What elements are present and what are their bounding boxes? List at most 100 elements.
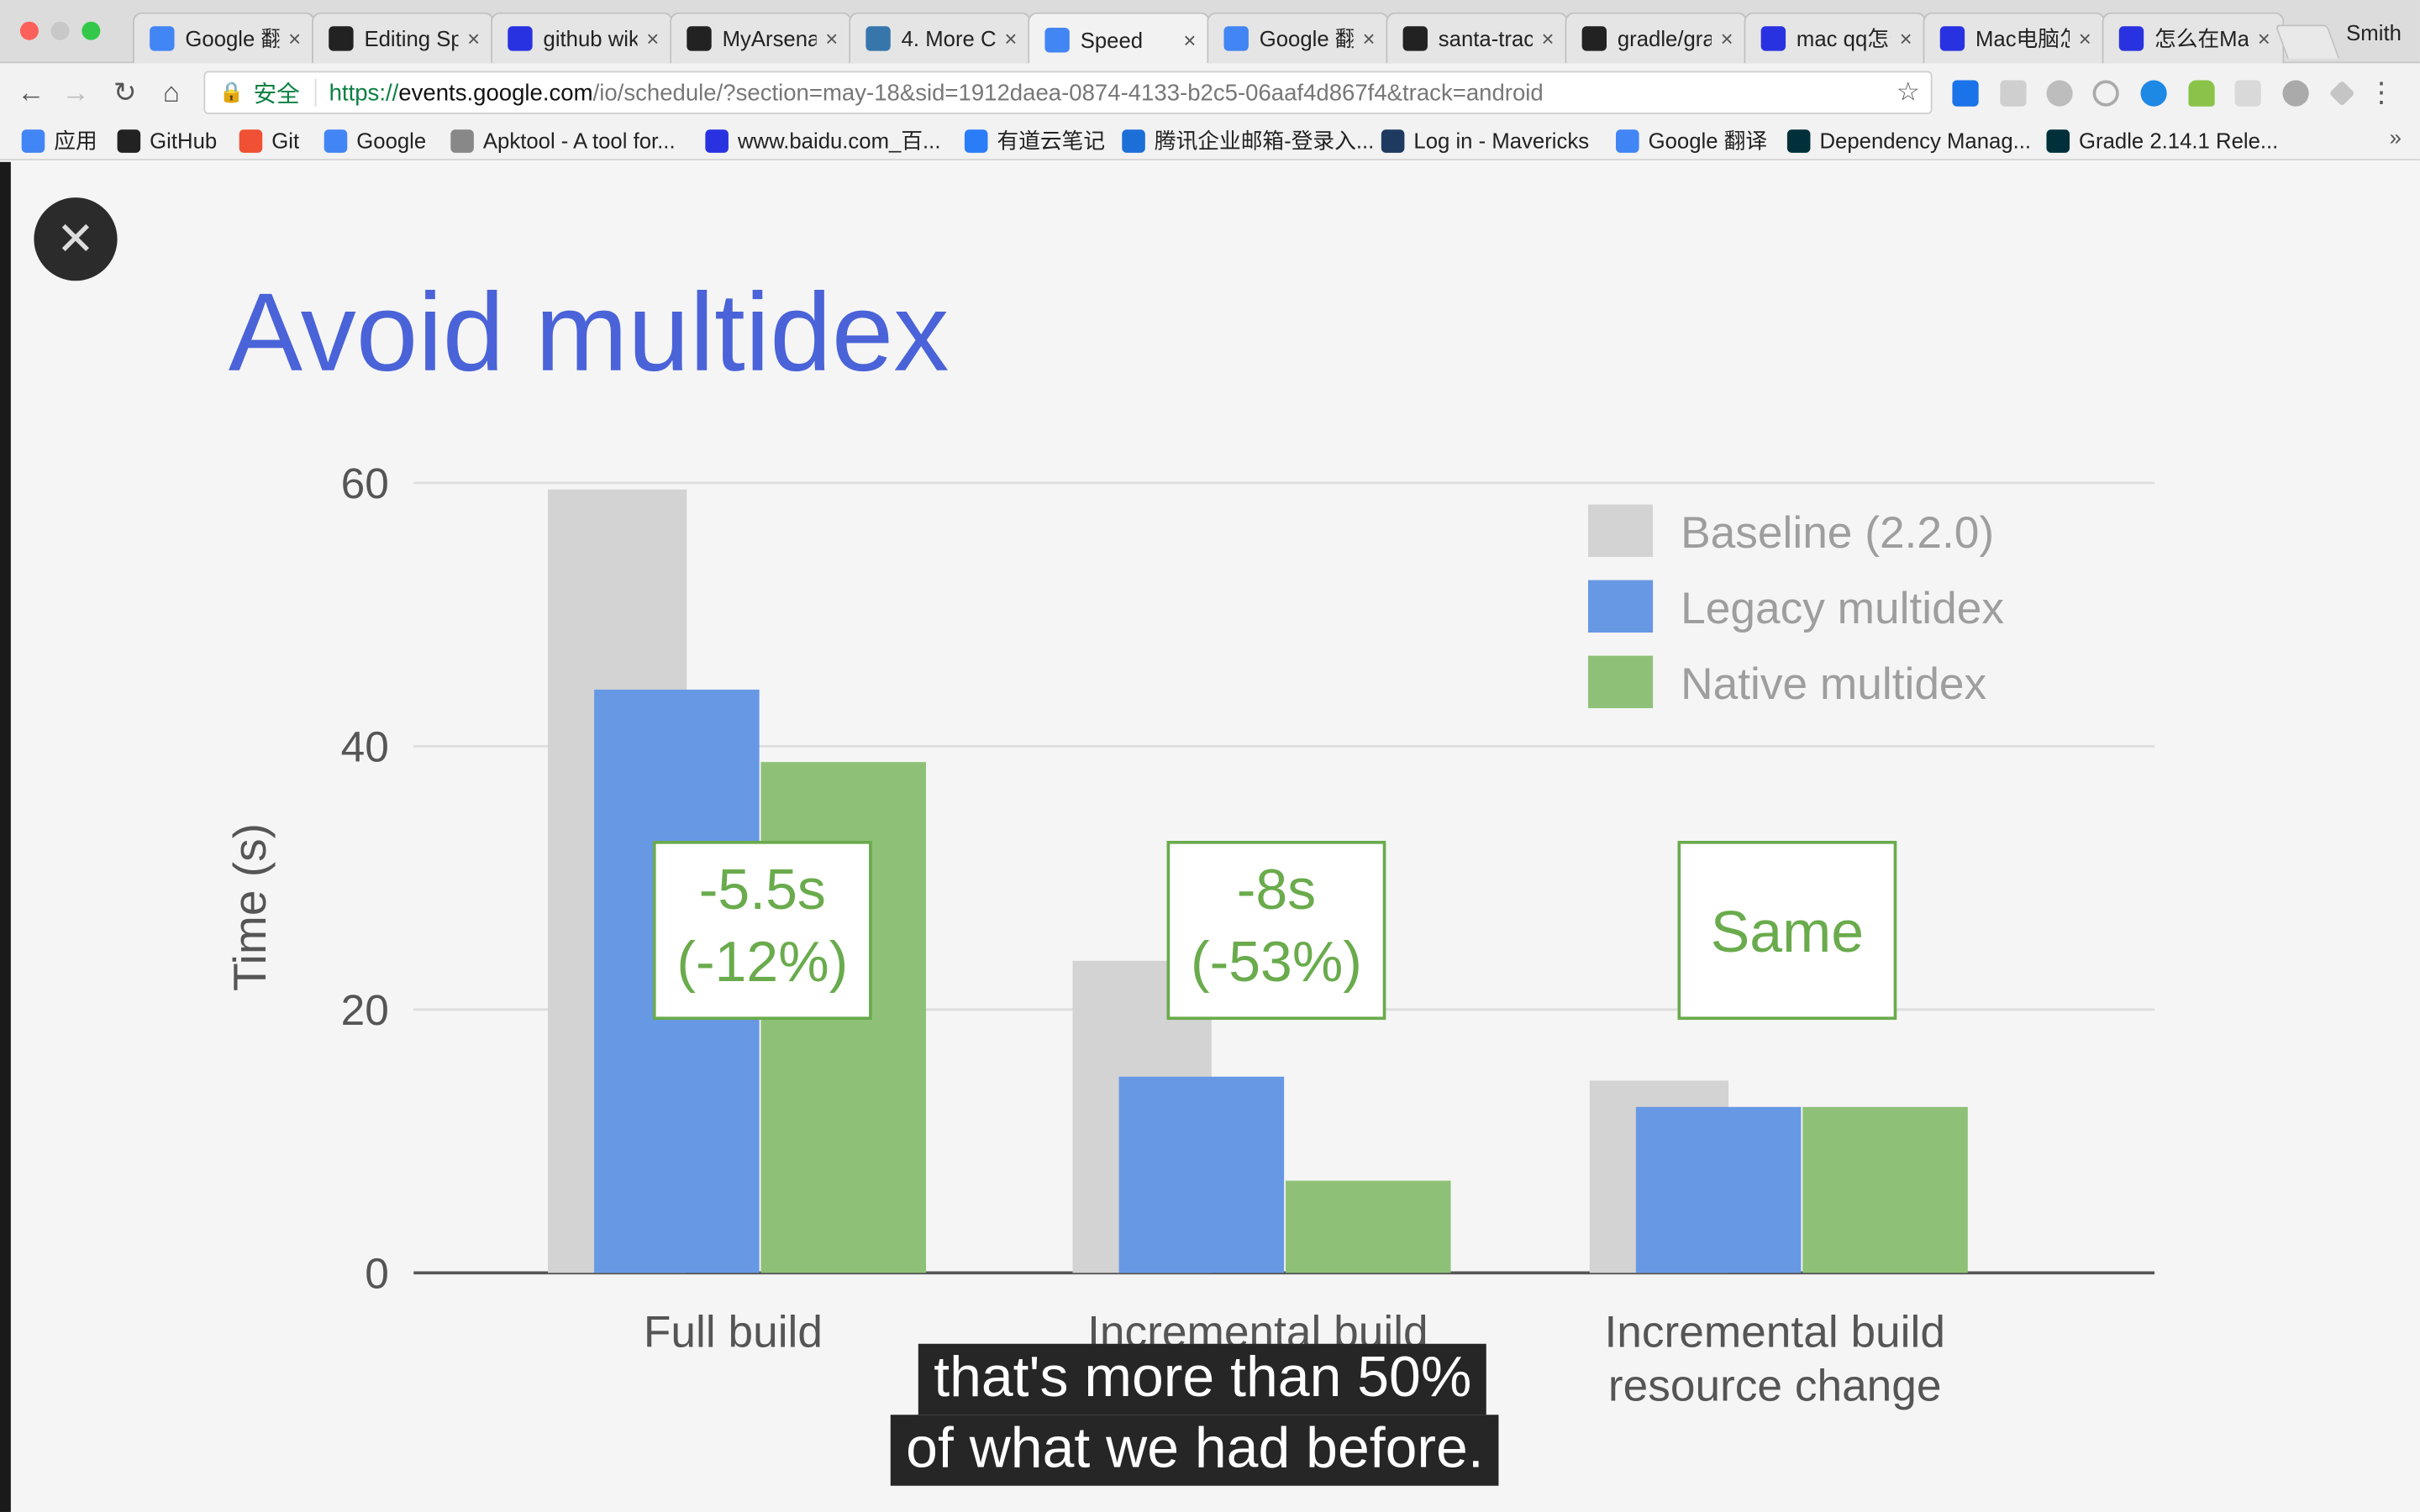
tab-7[interactable]: santa-tracker × <box>1386 12 1569 64</box>
legend-swatch <box>1587 580 1654 633</box>
bookmark-item[interactable]: Dependency Manag... <box>1786 125 2031 156</box>
window-maximize-button[interactable] <box>82 21 101 40</box>
bookmarks-overflow-icon[interactable]: » <box>2390 125 2402 150</box>
tab-10[interactable]: Mac电脑怎么 × <box>1923 12 2106 64</box>
bookmark-item[interactable]: 应用 <box>21 125 97 156</box>
tab-label: Google 翻译 <box>185 26 279 51</box>
extension-icon[interactable] <box>2140 80 2167 107</box>
bookmark-item[interactable]: GitHub <box>117 125 217 156</box>
home-icon[interactable]: ⌂ <box>155 76 188 109</box>
bookmark-label: Git <box>271 128 300 153</box>
google-translate-icon <box>1616 129 1639 152</box>
reload-icon[interactable]: ↻ <box>108 76 142 109</box>
bookmark-item[interactable]: Google 翻译 <box>1616 125 1767 156</box>
baidu-paw-icon <box>1939 26 1965 51</box>
y-tick-label: 60 <box>341 459 389 507</box>
y-tick-label: 20 <box>341 985 389 1034</box>
extension-icon[interactable] <box>2046 80 2073 107</box>
close-icon[interactable]: ✕ <box>34 197 118 281</box>
google-translate-icon <box>150 26 175 51</box>
tab-2[interactable]: github wiki × <box>491 12 673 64</box>
bookmark-item[interactable]: 腾讯企业邮箱-登录入... <box>1122 125 1374 156</box>
tab-11[interactable]: 怎么在Mac × <box>2102 12 2285 64</box>
github-icon <box>329 26 354 51</box>
address-bar[interactable]: 🔒 安全 https:// events.google.com /io/sche… <box>203 71 1933 114</box>
new-tab-button[interactable] <box>2275 24 2340 59</box>
url-host: events.google.com <box>398 79 593 106</box>
annotation-text: -8s <box>1237 858 1316 921</box>
x-category-label: resource change <box>1608 1362 1942 1411</box>
baidu-paw-icon <box>705 129 729 152</box>
browser-toolbar: ← → ↻ ⌂ 🔒 安全 https:// events.google.com … <box>0 63 2420 121</box>
url-scheme: https:// <box>329 79 399 106</box>
tab-9[interactable]: mac qq怎么 × <box>1744 12 1927 64</box>
search-extension-icon[interactable] <box>2092 80 2119 107</box>
bookmarks-bar: 应用 GitHub Git Google Apktool - A tool for...… <box>0 120 2420 161</box>
apps-grid-icon <box>21 129 45 152</box>
tab-close-icon[interactable]: × <box>2079 26 2091 50</box>
tencent-mail-icon <box>1122 129 1145 152</box>
tab-label: MyArsenal <box>722 26 817 51</box>
pocket-extension-icon[interactable] <box>1952 80 1979 107</box>
tab-1[interactable]: Editing Speed × <box>312 12 494 64</box>
window-minimize-button[interactable] <box>50 21 70 40</box>
forward-icon[interactable]: → <box>59 76 92 109</box>
extension-icon[interactable] <box>2000 80 2027 107</box>
tab-3[interactable]: MyArsenal × <box>670 12 852 64</box>
bookmark-label: 腾讯企业邮箱-登录入... <box>1154 128 1375 153</box>
extension-icon[interactable] <box>2328 80 2355 107</box>
tab-0[interactable]: Google 翻译 × <box>132 12 315 64</box>
tab-close-icon[interactable]: × <box>1362 26 1375 50</box>
tab-close-icon[interactable]: × <box>1721 26 1733 50</box>
page-icon <box>450 129 474 152</box>
extension-icon[interactable] <box>2234 80 2261 107</box>
tab-close-icon[interactable]: × <box>825 26 838 50</box>
browser-menu-icon[interactable]: ⋮ <box>2367 77 2395 110</box>
legend-swatch <box>1587 504 1654 558</box>
y-tick-label: 40 <box>341 722 389 771</box>
tab-close-icon[interactable]: × <box>1900 26 1912 50</box>
bookmark-item[interactable]: Apktool - A tool for... <box>450 125 676 156</box>
annotation-text: (-53%) <box>1191 930 1362 994</box>
bookmark-label: Log in - Mavericks <box>1413 128 1590 153</box>
tab-5[interactable]: Speed × <box>1028 12 1210 66</box>
y-axis-label: Time (s) <box>224 823 276 991</box>
tab-close-icon[interactable]: × <box>646 26 659 50</box>
extension-icon[interactable] <box>2282 80 2309 107</box>
android-icon[interactable] <box>2188 80 2215 107</box>
tab-close-icon[interactable]: × <box>467 26 480 50</box>
annotation-text: -5.5s <box>699 858 826 921</box>
back-icon[interactable]: ← <box>14 76 48 109</box>
tab-close-icon[interactable]: × <box>288 26 301 50</box>
profile-name[interactable]: Smith <box>2346 20 2402 45</box>
bookmark-star-icon[interactable]: ☆ <box>1897 77 1920 108</box>
tab-6[interactable]: Google 翻译 × <box>1207 12 1390 64</box>
tab-label: Editing Speed <box>364 26 458 51</box>
legend-label: Native multidex <box>1681 659 1986 709</box>
tab-close-icon[interactable]: × <box>2258 26 2270 50</box>
tab-close-icon[interactable]: × <box>1183 27 1196 51</box>
caption-line-2: of what we had before. <box>890 1415 1500 1486</box>
bookmark-item[interactable]: www.baidu.com_百... <box>705 125 940 156</box>
tab-4[interactable]: 4. More Control × <box>849 12 1031 64</box>
youdao-note-icon <box>964 129 988 152</box>
bookmark-item[interactable]: Gradle 2.14.1 Rele... <box>2046 125 2278 156</box>
tab-close-icon[interactable]: × <box>1542 26 1555 50</box>
window-close-button[interactable] <box>19 21 39 40</box>
bookmark-item[interactable]: Log in - Mavericks <box>1381 125 1589 156</box>
google-io-icon <box>1044 27 1070 52</box>
video-player[interactable]: Avoid multidex 0 20 40 60 Time (s) Full build… <box>0 161 2420 1512</box>
legend-label: Legacy multidex <box>1681 584 2004 633</box>
caption-line-1: that's more than 50% <box>918 1343 1487 1415</box>
tab-label: Google 翻译 <box>1259 26 1354 51</box>
tab-label: github wiki <box>543 26 638 51</box>
bookmark-item[interactable]: Git <box>239 125 299 156</box>
tab-8[interactable]: gradle/gradle × <box>1565 12 1748 64</box>
lock-icon: 🔒 <box>218 80 245 104</box>
bookmark-item[interactable]: Google <box>324 125 426 156</box>
bookmark-item[interactable]: 有道云笔记 <box>964 125 1105 156</box>
github-icon <box>687 26 712 51</box>
baidu-paw-icon <box>2118 26 2144 51</box>
bar-legacy <box>1118 1076 1285 1273</box>
tab-close-icon[interactable]: × <box>1004 26 1017 50</box>
